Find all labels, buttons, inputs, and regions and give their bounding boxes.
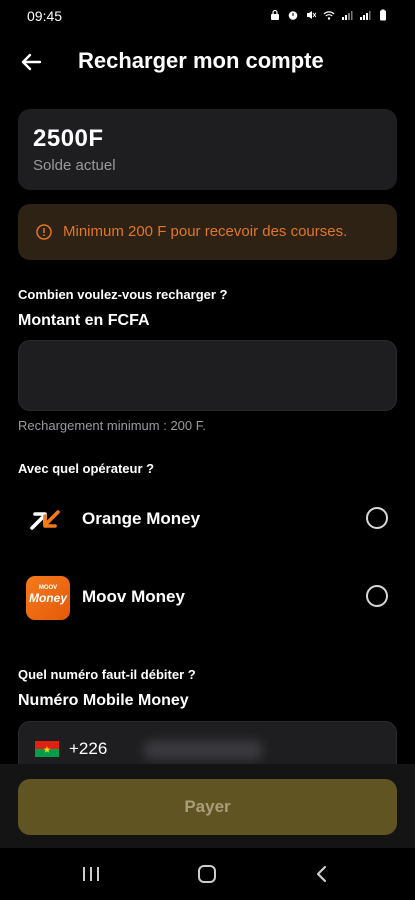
pay-button[interactable]: Payer xyxy=(18,779,397,835)
wifi-icon xyxy=(323,11,335,20)
arrow-left-icon[interactable] xyxy=(18,50,44,74)
status-bar: 09:45 xyxy=(0,0,415,34)
operator-option-moov-money[interactable]: MOOV Money Moov Money xyxy=(18,569,397,627)
phone-label: Numéro Mobile Money xyxy=(18,692,189,709)
phone-number-redacted xyxy=(143,740,263,760)
moov-money-logo: MOOV Money xyxy=(26,576,70,620)
balance-card: 2500F Solde actuel xyxy=(18,109,397,190)
battery-icon xyxy=(380,9,386,21)
recent-apps-icon[interactable] xyxy=(79,862,103,886)
balance-amount: 2500F xyxy=(33,125,104,152)
orange-money-radio[interactable] xyxy=(366,507,388,529)
back-icon[interactable] xyxy=(310,862,334,886)
amount-label: Montant en FCFA xyxy=(18,312,150,329)
burkina-faso-flag-icon xyxy=(35,741,59,757)
operator-name: Orange Money xyxy=(82,509,201,528)
status-time: 09:45 xyxy=(27,8,63,24)
mute-icon xyxy=(307,11,317,19)
info-icon xyxy=(36,224,52,240)
system-nav-bar xyxy=(0,848,415,900)
alarm-icon xyxy=(288,11,298,20)
status-icons xyxy=(269,9,389,21)
moov-logo-text: Money xyxy=(28,591,67,605)
operator-option-orange-money[interactable]: Orange Money xyxy=(18,491,397,549)
operator-name: Moov Money xyxy=(82,587,185,606)
minimum-alert: Minimum 200 F pour recevoir des courses. xyxy=(18,204,397,260)
country-prefix: +226 xyxy=(69,739,108,758)
balance-label: Solde actuel xyxy=(33,157,116,174)
amount-question: Combien voulez-vous recharger ? xyxy=(18,287,228,302)
orange-money-logo xyxy=(30,510,60,530)
home-icon[interactable] xyxy=(195,862,219,886)
phone-question: Quel numéro faut-il débiter ? xyxy=(18,667,196,682)
lock-icon xyxy=(271,9,279,20)
amount-field[interactable] xyxy=(19,341,396,410)
signal-icon xyxy=(360,11,371,20)
operator-question: Avec quel opérateur ? xyxy=(18,461,155,476)
amount-hint: Rechargement minimum : 200 F. xyxy=(18,418,206,433)
page-title: Recharger mon compte xyxy=(78,48,324,73)
header: Recharger mon compte xyxy=(0,40,415,84)
alert-text: Minimum 200 F pour recevoir des courses. xyxy=(63,223,348,240)
amount-field-wrapper xyxy=(18,340,397,411)
signal-icon xyxy=(342,11,353,20)
moov-money-radio[interactable] xyxy=(366,585,388,607)
